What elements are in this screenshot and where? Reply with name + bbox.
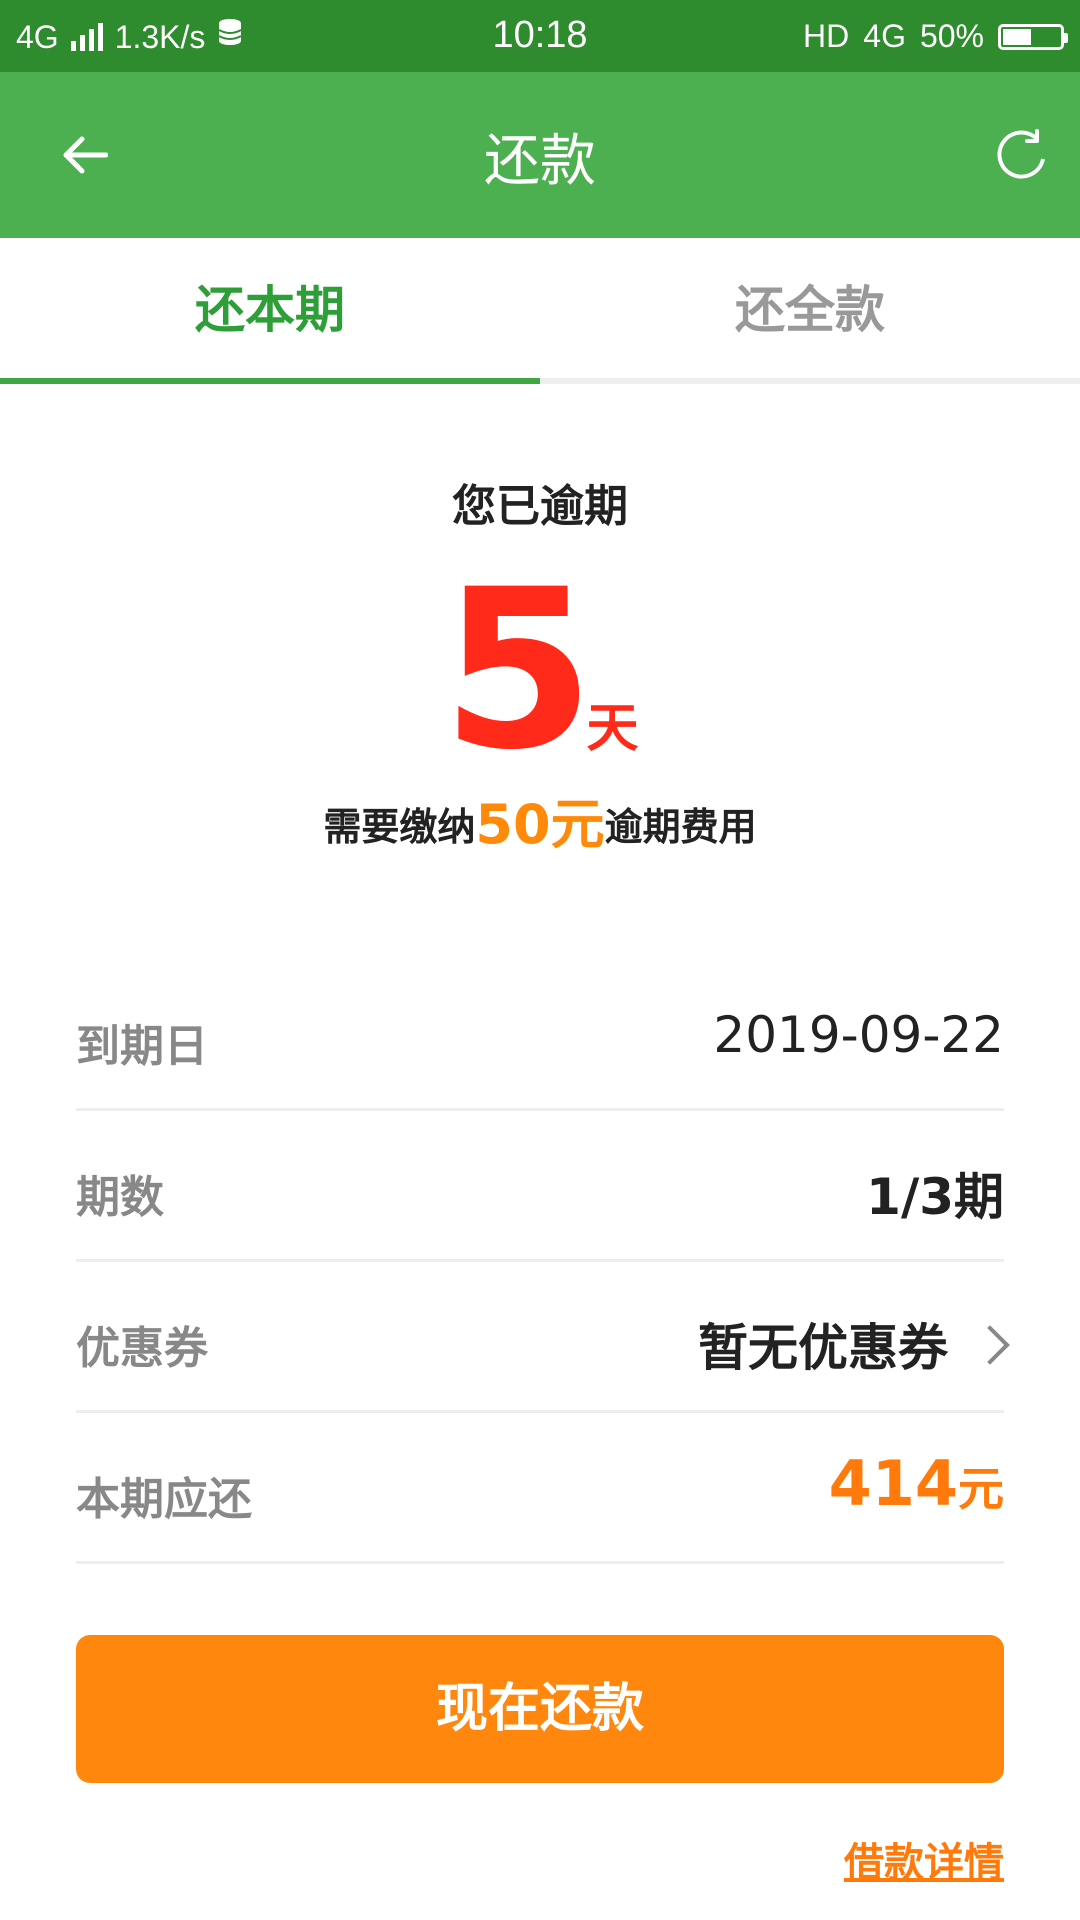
tab-current-period[interactable]: 还本期 — [0, 270, 540, 342]
app-bar: 还款 — [0, 72, 1080, 238]
amount-due-value: 414 — [828, 1447, 958, 1520]
refresh-button[interactable] — [988, 122, 1054, 188]
network-type-right: 4G — [863, 18, 906, 54]
amount-due-value-wrap: 414元 — [829, 1447, 1004, 1520]
coupon-label: 优惠券 — [76, 1323, 208, 1374]
tab-bar: 还本期 还全款 — [0, 238, 1080, 384]
fee-suffix: 逾期费用 — [604, 805, 757, 849]
amount-due-label: 本期应还 — [76, 1474, 252, 1525]
refresh-icon — [997, 129, 1045, 179]
coupon-value: 暂无优惠券 — [698, 1319, 948, 1377]
chevron-right-icon — [970, 1325, 1010, 1365]
overdue-days-number: 5 — [441, 542, 595, 798]
tab-indicator — [0, 378, 540, 384]
overdue-title: 您已逾期 — [452, 481, 628, 532]
fee-prefix: 需要缴纳 — [323, 805, 476, 849]
amount-due-row: 本期应还 414元 — [76, 1413, 1004, 1564]
battery-icon — [998, 23, 1068, 50]
overdue-days: 5天 — [0, 560, 1080, 780]
coupon-value-wrap: 暂无优惠券 — [698, 1308, 1010, 1380]
coupon-row[interactable]: 优惠券 暂无优惠券 — [76, 1262, 1010, 1413]
due-date-value: 2019-09-22 — [713, 1006, 1004, 1064]
overdue-days-unit: 天 — [586, 699, 639, 759]
amount-due-unit: 元 — [958, 1462, 1004, 1516]
installment-value: 1/3期 — [866, 1168, 1004, 1226]
installment-label: 期数 — [76, 1172, 164, 1223]
pay-now-button[interactable]: 现在还款 — [76, 1635, 1004, 1783]
due-date-label: 到期日 — [76, 1021, 208, 1072]
hd-indicator: HD — [803, 18, 850, 54]
status-right: HD 4G 50% — [803, 18, 1068, 55]
repayment-info-list: 到期日 2019-09-22 期数 1/3期 优惠券 暂无优惠券 本期应还 41… — [76, 960, 1010, 1564]
tab-full-payment[interactable]: 还全款 — [540, 270, 1080, 342]
page-title: 还款 — [484, 129, 596, 194]
status-bar: 4G 1.3K/s 10:18 HD 4G 50% — [0, 0, 1080, 72]
overdue-fee-line: 需要缴纳50元逾期费用 — [0, 780, 1080, 859]
due-date-row: 到期日 2019-09-22 — [76, 960, 1004, 1111]
battery-percent: 50% — [919, 18, 984, 54]
fee-amount: 50元 — [475, 793, 605, 856]
installment-row: 期数 1/3期 — [76, 1111, 1004, 1262]
loan-details-link[interactable]: 借款详情 — [844, 1830, 1004, 1888]
